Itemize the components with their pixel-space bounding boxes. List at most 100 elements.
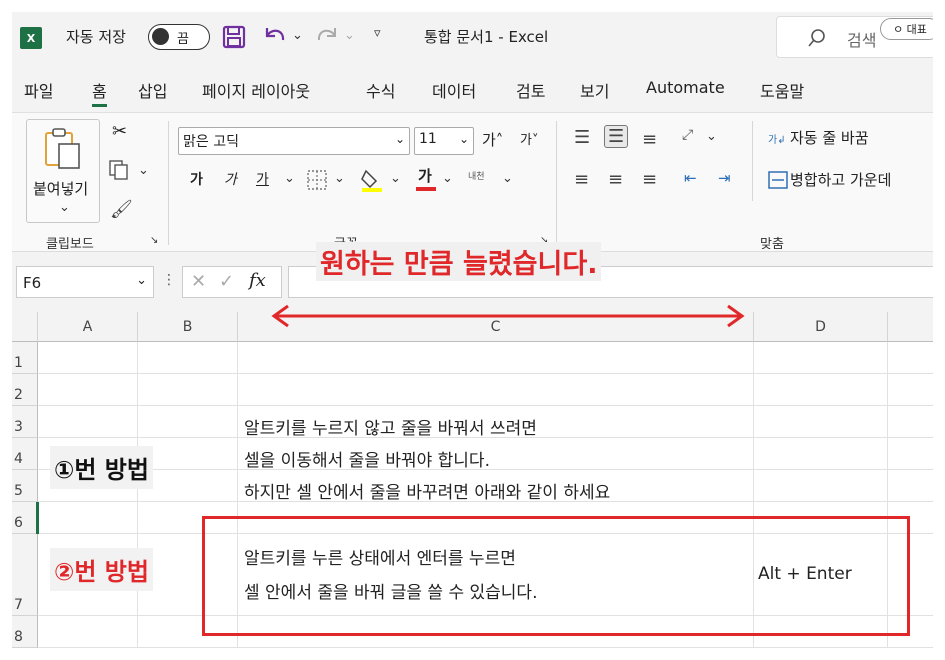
- chevron-down-icon: ⌄: [458, 132, 469, 146]
- profile-badge[interactable]: ㅇ 대표: [880, 18, 933, 40]
- undo-icon[interactable]: [262, 24, 288, 48]
- font-color-icon[interactable]: 가: [418, 165, 432, 186]
- decrease-font-icon[interactable]: 가˅: [520, 129, 538, 148]
- align-left-icon[interactable]: ≡: [574, 169, 589, 190]
- enter-icon[interactable]: ✓: [219, 271, 234, 292]
- orientation-icon[interactable]: ⤢: [682, 127, 693, 143]
- align-bottom-icon[interactable]: ≡: [642, 129, 657, 150]
- autosave-label: 자동 저장: [66, 28, 126, 46]
- cancel-icon[interactable]: ✕: [191, 271, 206, 292]
- paste-button[interactable]: 붙여넣기 ⌄: [26, 119, 100, 223]
- undo-dropdown-icon[interactable]: ⌄: [292, 28, 303, 43]
- italic-button[interactable]: 가: [224, 169, 237, 189]
- tab-insert[interactable]: 삽입: [138, 78, 167, 102]
- increase-indent-icon[interactable]: ⇥: [718, 169, 731, 187]
- tab-help[interactable]: 도움말: [760, 78, 804, 102]
- alignment-group-label: 맞춤: [760, 237, 784, 252]
- cell-c5[interactable]: 하지만 셀 안에서 줄을 바꾸려면 아래와 같이 하세요: [244, 478, 610, 503]
- gridline: [137, 342, 138, 648]
- underline-dropdown-icon[interactable]: ⌄: [284, 171, 295, 186]
- formula-buttons: ✕ ✓ fx: [182, 266, 282, 298]
- row-header-2[interactable]: 2: [12, 374, 38, 406]
- redo-icon[interactable]: [314, 24, 340, 48]
- divider: [168, 121, 169, 245]
- tab-view[interactable]: 보기: [580, 78, 609, 102]
- method-2-label: ②번 방법: [50, 548, 153, 591]
- insert-function-button[interactable]: fx: [249, 270, 266, 291]
- customize-qat-icon[interactable]: ▿: [374, 26, 381, 41]
- selection-indicator: [36, 502, 39, 534]
- column-header-a[interactable]: A: [38, 312, 138, 342]
- column-header-d[interactable]: D: [754, 312, 888, 342]
- row-header-8[interactable]: 8: [12, 616, 38, 648]
- tab-page-layout[interactable]: 페이지 레이아웃: [202, 78, 310, 102]
- tab-formulas[interactable]: 수식: [366, 78, 395, 102]
- toggle-knob: [152, 28, 169, 45]
- phonetic-icon[interactable]: 내천: [468, 169, 485, 182]
- row-header-5[interactable]: 5: [12, 470, 38, 502]
- row-header-3[interactable]: 3: [12, 406, 38, 438]
- font-name-select[interactable]: 맑은 고딕 ⌄: [178, 127, 410, 155]
- excel-logo-icon: X: [20, 27, 42, 49]
- cell-c4[interactable]: 셀을 이동해서 줄을 바꿔야 합니다.: [244, 446, 490, 471]
- gridline: [38, 373, 933, 374]
- borders-icon[interactable]: [306, 169, 328, 191]
- method-1-label: ①번 방법: [50, 446, 153, 489]
- save-icon[interactable]: [222, 25, 246, 49]
- select-all-corner[interactable]: [12, 312, 38, 342]
- ribbon-tabs: 파일 홈 삽입 페이지 레이아웃 수식 데이터 검토 보기 Automate 도…: [12, 70, 933, 108]
- name-box[interactable]: F6 ⌄: [16, 266, 154, 298]
- divider: [556, 121, 557, 245]
- wrap-text-button[interactable]: 자동 줄 바꿈: [790, 127, 869, 148]
- tab-review[interactable]: 검토: [516, 78, 545, 102]
- paste-label: 붙여넣기: [33, 180, 89, 198]
- tab-automate[interactable]: Automate: [646, 78, 725, 97]
- copy-icon[interactable]: [108, 159, 130, 181]
- fill-color-dropdown-icon[interactable]: ⌄: [390, 171, 401, 186]
- cut-icon[interactable]: ✂: [112, 121, 127, 142]
- font-name-value: 맑은 고딕: [183, 134, 239, 150]
- excel-window: X 자동 저장 끔 ⌄ ⌄ ▿ 통합 문서1 - Excel 검색 ㅇ 대표 파…: [12, 12, 933, 648]
- annotation-message: 원하는 만큼 늘렸습니다.: [316, 242, 602, 281]
- bold-button[interactable]: 가: [190, 169, 203, 189]
- gridline: [38, 405, 933, 406]
- align-middle-icon[interactable]: ☰: [604, 125, 629, 148]
- wrap-text-icon: 가↲: [768, 135, 786, 146]
- format-painter-icon[interactable]: 🖌: [110, 199, 133, 220]
- borders-dropdown-icon[interactable]: ⌄: [334, 171, 345, 186]
- row-header-7[interactable]: 7: [12, 534, 38, 616]
- tab-home[interactable]: 홈: [92, 78, 107, 107]
- align-top-icon[interactable]: ☰: [574, 127, 590, 148]
- underline-button[interactable]: 가: [256, 169, 269, 189]
- fill-color-icon[interactable]: [360, 167, 384, 193]
- row-header-4[interactable]: 4: [12, 438, 38, 470]
- paste-icon: [45, 128, 80, 169]
- tab-file[interactable]: 파일: [24, 78, 53, 102]
- autosave-toggle[interactable]: 끔: [148, 24, 210, 50]
- font-size-select[interactable]: 11 ⌄: [414, 127, 474, 155]
- clipboard-launcher-icon[interactable]: ↘: [150, 235, 158, 246]
- name-box-value: F6: [23, 274, 42, 292]
- orientation-dropdown-icon[interactable]: ⌄: [706, 129, 717, 144]
- font-color-dropdown-icon[interactable]: ⌄: [442, 171, 453, 186]
- align-right-icon[interactable]: ≡: [642, 169, 657, 190]
- merge-center-button[interactable]: 병합하고 가운데: [790, 169, 891, 190]
- row-header-1[interactable]: 1: [12, 342, 38, 374]
- column-header-b[interactable]: B: [138, 312, 238, 342]
- worksheet-grid: A B C D 1 2 3 4 5 6 7 8 알트키를 누르지 않고 줄을 바…: [12, 312, 933, 648]
- tab-data[interactable]: 데이터: [432, 78, 476, 102]
- more-icon[interactable]: ⋮: [162, 272, 176, 288]
- cell-c3[interactable]: 알트키를 누르지 않고 줄을 바꿔서 쓰려면: [244, 414, 537, 439]
- align-center-icon[interactable]: ≡: [608, 169, 623, 190]
- paste-dropdown-icon: ⌄: [59, 200, 70, 215]
- column-header-e[interactable]: [888, 312, 933, 342]
- decrease-indent-icon[interactable]: ⇤: [684, 169, 697, 187]
- title-bar: X 자동 저장 끔 ⌄ ⌄ ▿ 통합 문서1 - Excel 검색 ㅇ 대표: [12, 12, 933, 62]
- clipboard-group-label: 클립보드: [46, 237, 94, 252]
- row-header-6[interactable]: 6: [12, 502, 38, 534]
- phonetic-dropdown-icon[interactable]: ⌄: [502, 171, 513, 186]
- copy-dropdown-icon[interactable]: ⌄: [138, 163, 149, 178]
- redo-dropdown-icon[interactable]: ⌄: [344, 28, 355, 43]
- gridline: [38, 647, 933, 648]
- increase-font-icon[interactable]: 가˄: [482, 129, 503, 150]
